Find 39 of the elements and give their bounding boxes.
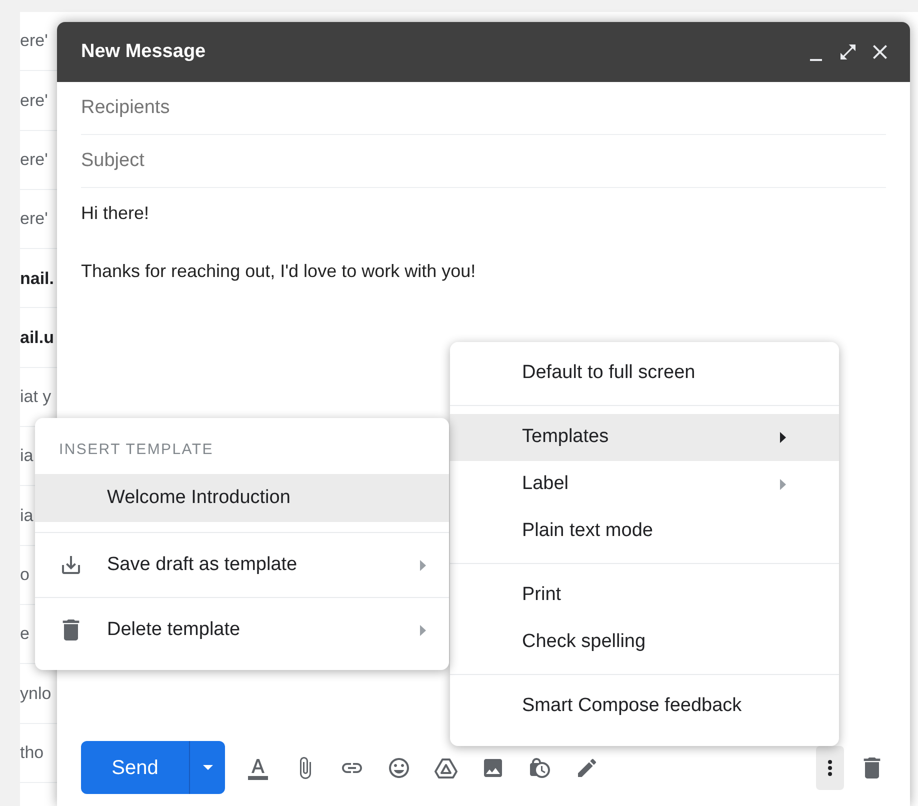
mail-snippet: ia xyxy=(20,504,34,527)
menu-section-header: INSERT TEMPLATE xyxy=(59,440,214,460)
mail-snippet: e xyxy=(20,623,30,646)
mail-snippet: o xyxy=(20,564,30,586)
menu-item[interactable]: Save draft as template xyxy=(35,541,449,589)
mail-snippet: ia xyxy=(20,445,34,468)
menu-item[interactable]: Default to full screen xyxy=(450,350,839,397)
mail-snippet: ere' xyxy=(20,30,48,52)
menu-item[interactable]: Templates xyxy=(450,414,839,461)
send-options-button[interactable] xyxy=(189,741,225,794)
mail-snippet: ynlo xyxy=(20,682,52,705)
body-text: Hi there! xyxy=(81,202,150,224)
menu-item[interactable]: Delete template xyxy=(35,606,449,654)
menu-item[interactable]: Label xyxy=(450,461,839,508)
menu-item[interactable]: Smart Compose feedback xyxy=(450,683,839,730)
menu-item[interactable]: Plain text mode xyxy=(450,508,839,555)
mail-snippet: tho xyxy=(20,742,44,764)
lock-clock-icon[interactable] xyxy=(528,756,552,780)
smiley-icon[interactable] xyxy=(387,756,411,780)
more-vertical-icon xyxy=(828,760,832,776)
mail-snippet: ere' xyxy=(20,90,48,112)
mail-snippet: ail.u xyxy=(20,326,54,349)
menu-item[interactable]: Check spelling xyxy=(450,619,839,666)
menu-item[interactable]: Welcome Introduction xyxy=(35,474,449,522)
more-options-button[interactable] xyxy=(816,746,844,790)
mail-snippet: nail. xyxy=(20,268,54,290)
mail-snippet: ere' xyxy=(20,148,48,171)
menu-item[interactable]: Print xyxy=(450,572,839,619)
body-text: Thanks for reaching out, I'd love to work with you! xyxy=(81,260,477,282)
send-button[interactable]: Send xyxy=(81,741,189,794)
recipients-field[interactable]: Recipients xyxy=(81,82,886,135)
mail-snippet: iat y xyxy=(20,386,52,408)
window-title: New Message xyxy=(81,40,207,64)
caret-icon xyxy=(202,765,212,770)
mail-snippet: ere' xyxy=(20,208,48,230)
subject-field[interactable]: Subject xyxy=(81,135,886,188)
drive-icon[interactable] xyxy=(434,756,458,780)
expand-icon[interactable] xyxy=(838,42,858,62)
download-icon xyxy=(59,553,83,577)
